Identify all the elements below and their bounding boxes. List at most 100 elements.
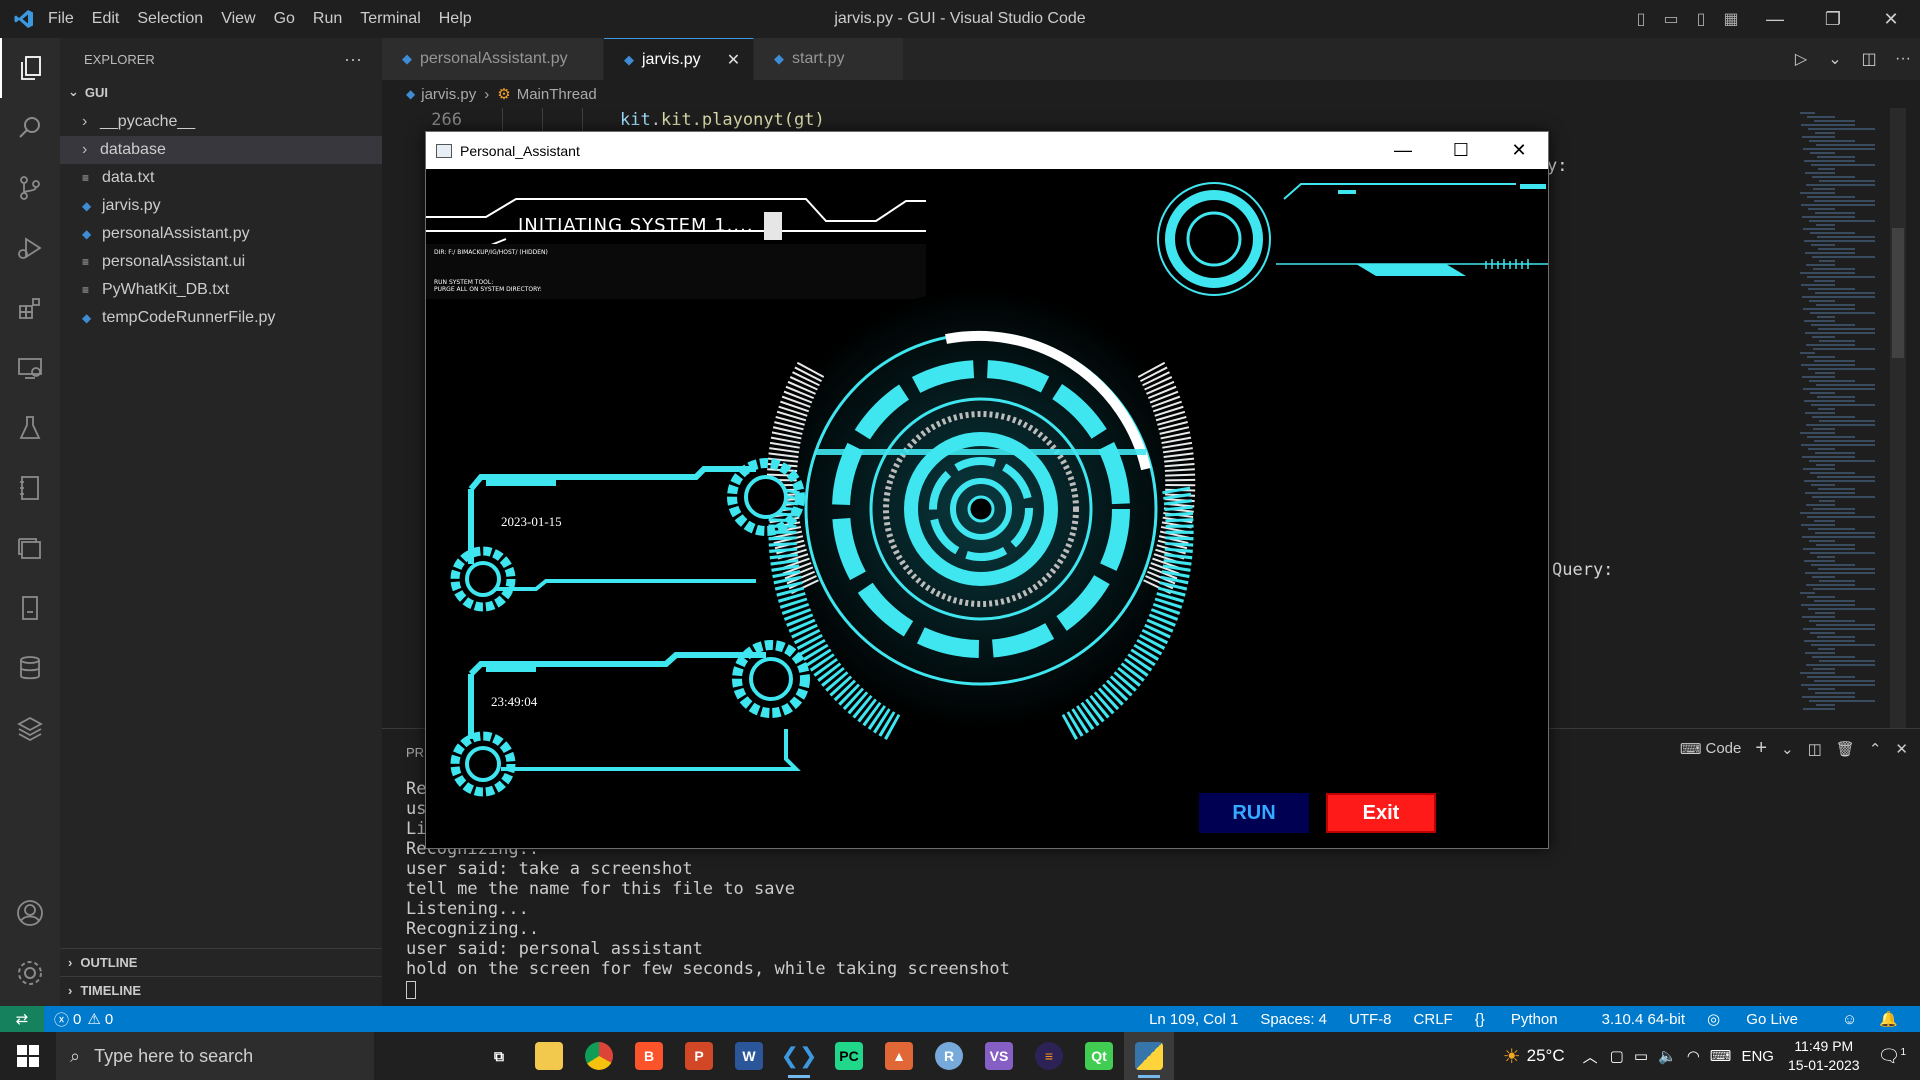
tree-item-database[interactable]: › database — [60, 136, 382, 164]
run-button[interactable]: RUN — [1199, 793, 1309, 833]
menu-go[interactable]: Go — [274, 10, 295, 28]
settings-gear-icon[interactable] — [0, 943, 60, 1003]
volume-icon[interactable]: 🔈 — [1658, 1047, 1677, 1065]
chevron-down-icon[interactable]: ⌄ — [1781, 740, 1794, 758]
tree-item-pywhatkit-db[interactable]: ≡ PyWhatKit_DB.txt — [60, 276, 382, 304]
menu-terminal[interactable]: Terminal — [360, 10, 420, 28]
split-terminal-icon[interactable]: ◫ — [1808, 740, 1822, 758]
error-count[interactable]: 0 — [73, 1011, 81, 1028]
tree-item-data-txt[interactable]: ≡ data.txt — [60, 164, 382, 192]
exit-button[interactable]: Exit — [1326, 793, 1436, 833]
layers-icon[interactable] — [0, 698, 60, 758]
task-view-icon[interactable]: ⧉ — [474, 1032, 524, 1080]
weather-icon[interactable]: ☀ — [1503, 1044, 1521, 1069]
taskbar-search-box[interactable]: ⌕ Type here to search — [56, 1032, 374, 1080]
vertical-scrollbar[interactable] — [1890, 108, 1906, 728]
warning-count[interactable]: 0 — [105, 1011, 113, 1028]
battery-icon[interactable]: ▭ — [1634, 1047, 1648, 1065]
app-maximize-button[interactable]: ☐ — [1432, 132, 1490, 169]
explorer-icon[interactable] — [0, 38, 60, 98]
bell-icon[interactable]: 🔔 — [1879, 1010, 1898, 1028]
close-panel-icon[interactable]: ✕ — [1895, 740, 1908, 758]
visual-studio-icon[interactable]: VS — [974, 1032, 1024, 1080]
warning-icon[interactable]: ⚠ — [87, 1010, 100, 1028]
wifi-icon[interactable]: ◠ — [1687, 1047, 1700, 1065]
matlab-icon[interactable]: ▲ — [874, 1032, 924, 1080]
more-actions-icon[interactable]: ··· — [344, 49, 362, 70]
search-icon[interactable] — [0, 98, 60, 158]
testing-icon[interactable] — [0, 398, 60, 458]
start-windows-icon[interactable] — [0, 1045, 56, 1067]
cursor-position[interactable]: Ln 109, Col 1 — [1149, 1011, 1238, 1028]
weather-temp[interactable]: 25°C — [1527, 1046, 1565, 1066]
minimap[interactable] — [1790, 108, 1890, 728]
bookmark-icon[interactable] — [0, 578, 60, 638]
chevron-down-icon[interactable]: ⌄ — [1818, 49, 1852, 69]
python-taskbar-icon[interactable] — [1124, 1032, 1174, 1080]
workspace-folder[interactable]: ⌄ GUI — [60, 80, 382, 104]
more-actions-icon[interactable]: ··· — [1886, 50, 1920, 68]
brave-icon[interactable]: B — [624, 1032, 674, 1080]
database-icon[interactable] — [0, 638, 60, 698]
go-live-button[interactable]: ◎ Go Live — [1707, 1010, 1820, 1028]
meet-now-icon[interactable]: ▢ — [1610, 1047, 1624, 1065]
app-minimize-button[interactable]: — — [1374, 132, 1432, 169]
split-editor-icon[interactable]: ◫ — [1852, 49, 1886, 69]
menu-selection[interactable]: Selection — [137, 10, 203, 28]
eclipse-icon[interactable]: ≡ — [1024, 1032, 1074, 1080]
remote-explorer-icon[interactable] — [0, 338, 60, 398]
r-icon[interactable]: R — [924, 1032, 974, 1080]
notebook-icon[interactable] — [0, 458, 60, 518]
chevron-up-icon[interactable]: ︿ — [1583, 1046, 1598, 1067]
word-icon[interactable]: W — [724, 1032, 774, 1080]
new-terminal-icon[interactable]: + — [1755, 737, 1767, 760]
toggle-panel-icon[interactable]: ▭ — [1656, 9, 1686, 29]
tab-personalassistant[interactable]: ◆ personalAssistant.py — [382, 38, 604, 80]
system-clock[interactable]: 11:49 PM 15-01-2023 — [1788, 1037, 1860, 1075]
toggle-sidebar-icon[interactable]: ▯ — [1626, 9, 1656, 29]
line-endings[interactable]: CRLF — [1414, 1011, 1453, 1028]
panel-title[interactable]: PR — [406, 745, 424, 760]
error-icon[interactable]: ⓧ — [54, 1009, 69, 1030]
encoding[interactable]: UTF-8 — [1349, 1011, 1392, 1028]
chrome-icon[interactable] — [574, 1032, 624, 1080]
minimize-button[interactable]: — — [1746, 9, 1804, 30]
tree-item-tempcoderunner[interactable]: ◆ tempCodeRunnerFile.py — [60, 304, 382, 332]
run-debug-icon[interactable] — [0, 218, 60, 278]
close-button[interactable]: ✕ — [1862, 9, 1920, 30]
menu-run[interactable]: Run — [313, 10, 342, 28]
qt-icon[interactable]: Qt — [1074, 1032, 1124, 1080]
panels-icon[interactable] — [0, 518, 60, 578]
tab-jarvis[interactable]: ◆ jarvis.py ✕ — [604, 38, 754, 80]
extensions-icon[interactable] — [0, 278, 60, 338]
toggle-secondary-sidebar-icon[interactable]: ▯ — [1686, 9, 1716, 29]
pycharm-icon[interactable]: PC — [824, 1032, 874, 1080]
powerpoint-icon[interactable]: P — [674, 1032, 724, 1080]
vscode-taskbar-icon[interactable]: ❮❯ — [774, 1032, 824, 1080]
python-interpreter[interactable]: 3.10.4 64-bit — [1602, 1011, 1685, 1028]
feedback-icon[interactable]: ☺ — [1842, 1011, 1857, 1028]
customize-layout-icon[interactable]: ▦ — [1716, 9, 1746, 29]
restore-button[interactable]: ❐ — [1804, 9, 1862, 30]
breadcrumb-symbol[interactable]: MainThread — [517, 86, 597, 103]
trash-icon[interactable]: 🗑 — [1836, 740, 1855, 758]
maximize-panel-icon[interactable]: ⌃ — [1869, 740, 1882, 758]
app-close-button[interactable]: ✕ — [1490, 132, 1548, 169]
tree-item-jarvis-py[interactable]: ◆ jarvis.py — [60, 192, 382, 220]
menu-view[interactable]: View — [221, 10, 255, 28]
close-tab-icon[interactable]: ✕ — [727, 50, 740, 70]
indentation[interactable]: Spaces: 4 — [1260, 1011, 1327, 1028]
remote-indicator-icon[interactable]: ⇄ — [0, 1006, 44, 1032]
terminal-select[interactable]: Code — [1705, 740, 1741, 757]
menu-file[interactable]: File — [48, 10, 74, 28]
notification-icon[interactable]: 🗨1 — [1878, 1046, 1906, 1067]
menu-help[interactable]: Help — [439, 10, 472, 28]
language-mode[interactable]: {} Python — [1475, 1011, 1580, 1028]
timeline-section[interactable]: › TIMELINE — [60, 976, 382, 1004]
tree-item-personalassistant-ui[interactable]: ≡ personalAssistant.ui — [60, 248, 382, 276]
input-language[interactable]: ENG — [1741, 1048, 1774, 1065]
account-icon[interactable] — [0, 883, 60, 943]
keyboard-icon[interactable]: ⌨ — [1710, 1047, 1732, 1065]
file-explorer-icon[interactable] — [524, 1032, 574, 1080]
source-control-icon[interactable] — [0, 158, 60, 218]
